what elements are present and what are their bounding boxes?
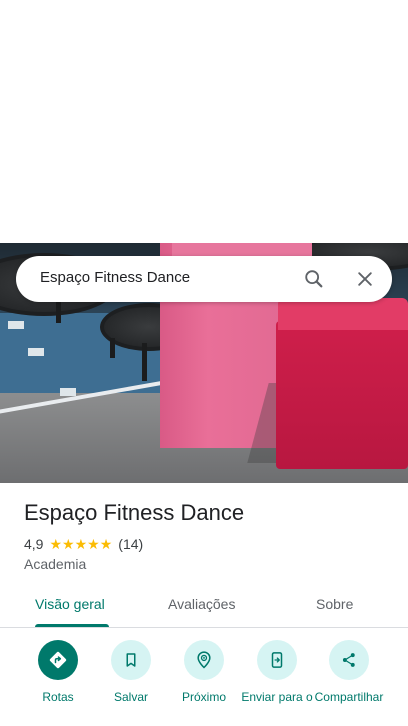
nearby-icon [197, 651, 211, 669]
tab-about[interactable]: Sobre [316, 596, 353, 612]
search-query[interactable]: Espaço Fitness Dance [40, 269, 190, 286]
photo-trampoline-leg [110, 338, 115, 358]
nearby-button-circle[interactable] [184, 640, 224, 680]
star-icon: ★ [99, 536, 113, 552]
star-icon: ★ [49, 536, 63, 552]
directions-icon [49, 651, 67, 669]
tab-overview[interactable]: Visão geral [35, 596, 105, 612]
photo-pink-cube [276, 321, 408, 469]
photo-court-dash [60, 388, 76, 396]
active-tab-indicator [35, 624, 109, 627]
review-count[interactable]: (14) [118, 536, 143, 552]
search-bar[interactable]: Espaço Fitness Dance [16, 256, 392, 302]
star-icon: ★ [62, 536, 75, 552]
save-label: Salvar [113, 690, 148, 704]
send-to-phone-icon [271, 652, 283, 668]
nearby-button[interactable]: Próximo [168, 640, 240, 704]
save-button-circle[interactable] [111, 640, 151, 680]
send-to-phone-button[interactable]: Enviar para o [241, 640, 313, 704]
star-icon: ★ [74, 536, 88, 552]
nearby-label: Próximo [181, 690, 226, 704]
photo-cube-top [278, 298, 408, 330]
send-to-phone-button-circle[interactable] [257, 640, 297, 680]
share-label: Compartilhar [314, 690, 384, 704]
directions-button[interactable]: Rotas [22, 640, 94, 704]
rating-row[interactable]: 4,9 ★ ★ ★ ★ ★ (14) [24, 536, 143, 552]
photo-court-dash [8, 321, 24, 329]
directions-button-circle[interactable] [38, 640, 78, 680]
photo-trampoline-leg [142, 343, 147, 381]
rating-value: 4,9 [24, 536, 44, 552]
search-button[interactable] [298, 263, 330, 295]
save-button[interactable]: Salvar [95, 640, 167, 704]
star-icon: ★ [87, 536, 100, 552]
tab-reviews[interactable]: Avaliações [168, 596, 235, 612]
clear-search-button[interactable] [349, 263, 381, 295]
share-button-circle[interactable] [329, 640, 369, 680]
close-icon [358, 272, 372, 286]
photo-court-dash [28, 348, 44, 356]
place-category[interactable]: Academia [24, 556, 86, 572]
share-button[interactable]: Compartilhar [313, 640, 385, 704]
action-row: Rotas Salvar Próximo Enviar para o Compa… [0, 640, 408, 726]
search-icon [305, 270, 323, 288]
bookmark-icon [126, 653, 136, 667]
tab-bar: Visão geral Avaliações Sobre [0, 584, 408, 628]
send-to-phone-label: Enviar para o [241, 690, 313, 704]
directions-label: Rotas [42, 690, 74, 704]
photo-trampoline-leg [56, 301, 61, 323]
rating-stars: ★ ★ ★ ★ ★ [49, 537, 112, 551]
place-title: Espaço Fitness Dance [24, 500, 245, 525]
photo-pillar-top [172, 243, 312, 257]
place-page: Espaço Fitness Dance Espaço Fitness Danc… [0, 0, 408, 726]
share-icon [342, 653, 355, 667]
